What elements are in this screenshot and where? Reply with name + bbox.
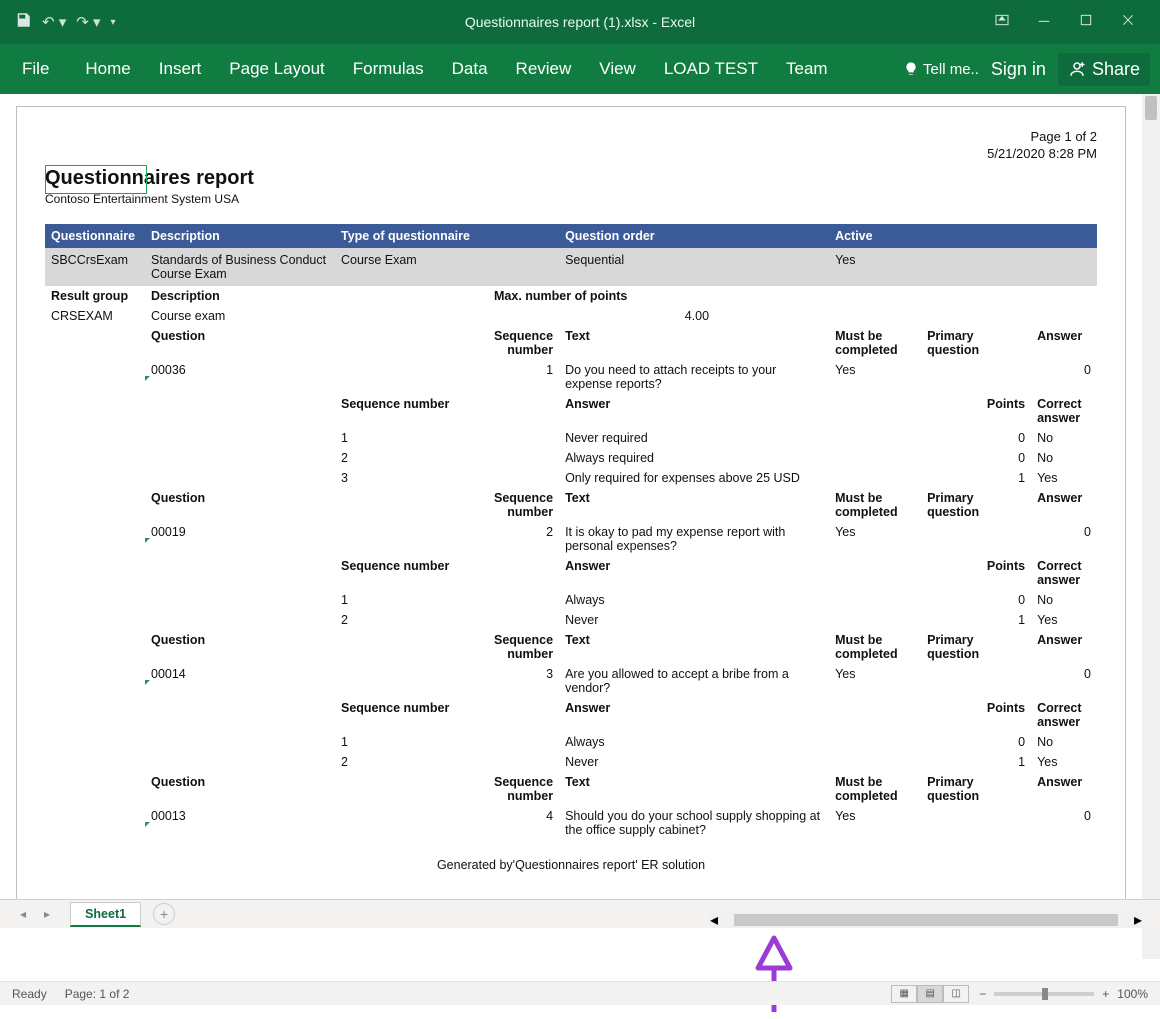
tab-insert[interactable]: Insert (145, 44, 216, 94)
maximize-icon[interactable] (1078, 12, 1094, 33)
lightbulb-icon (903, 61, 919, 77)
sheet-nav-next[interactable]: ▸ (44, 907, 50, 921)
col-type: Type of questionnaire (335, 224, 559, 248)
redo-icon[interactable]: ↷ ▾ (76, 13, 100, 31)
page-timestamp: 5/21/2020 8:28 PM (45, 146, 1097, 163)
sheet-nav-prev[interactable]: ◂ (20, 907, 26, 921)
report-footer: Generated by'Questionnaires report' ER s… (45, 858, 1097, 872)
worksheet-area: Page 1 of 2 5/21/2020 8:28 PM Questionna… (0, 94, 1160, 959)
rg-desc-label: Description (145, 286, 335, 306)
close-icon[interactable] (1120, 12, 1136, 33)
result-group-max: 4.00 (488, 306, 829, 326)
tell-me[interactable]: Tell me.. (903, 61, 979, 78)
save-icon[interactable] (14, 11, 32, 34)
title-bar: ↶ ▾ ↷ ▾ ▾ Questionnaires report (1).xlsx… (0, 0, 1160, 44)
result-group-desc: Course exam (145, 306, 335, 326)
view-normal-icon[interactable]: ▦ (891, 985, 917, 1003)
vertical-scrollbar[interactable] (1142, 94, 1160, 959)
col-description: Description (145, 224, 335, 248)
qat-dropdown-icon[interactable]: ▾ (111, 17, 116, 28)
tab-page-layout[interactable]: Page Layout (215, 44, 338, 94)
share-button[interactable]: Share (1058, 53, 1150, 86)
annotation-arrow (752, 934, 796, 1019)
zoom-in-button[interactable]: + (1102, 987, 1109, 1001)
zoom-out-button[interactable]: − (979, 987, 986, 1001)
questionnaire-row: SBCCrsExamStandards of Business Conduct … (45, 248, 1097, 286)
col-order: Question order (559, 224, 829, 248)
share-label: Share (1092, 59, 1140, 80)
col-questionnaire: Questionnaire (45, 224, 145, 248)
tab-team[interactable]: Team (772, 44, 842, 94)
view-page-layout-icon[interactable]: ▤ (917, 985, 943, 1003)
rg-max-label: Max. number of points (488, 286, 829, 306)
horizontal-scrollbar[interactable]: ◂▸ (710, 911, 1142, 928)
quick-access-toolbar: ↶ ▾ ↷ ▾ ▾ (0, 11, 116, 34)
zoom-control[interactable]: − + 100% (979, 987, 1148, 1001)
ribbon-options-icon[interactable] (994, 12, 1010, 33)
zoom-level: 100% (1117, 987, 1148, 1001)
sign-in-button[interactable]: Sign in (985, 59, 1052, 80)
undo-icon[interactable]: ↶ ▾ (42, 13, 66, 31)
result-group-label: Result group (45, 286, 145, 306)
tab-home[interactable]: Home (71, 44, 144, 94)
tab-load-test[interactable]: LOAD TEST (650, 44, 772, 94)
col-active: Active (829, 224, 1097, 248)
view-buttons[interactable]: ▦ ▤ ◫ (891, 985, 969, 1003)
tell-me-label: Tell me.. (923, 61, 979, 78)
status-bar: Ready Page: 1 of 2 ▦ ▤ ◫ − + 100% (0, 981, 1160, 1005)
tab-file[interactable]: File (0, 44, 71, 94)
report-subtitle: Contoso Entertainment System USA (45, 192, 1097, 206)
sheet-tab[interactable]: Sheet1 (70, 902, 141, 927)
zoom-slider[interactable] (1042, 988, 1048, 1000)
status-page: Page: 1 of 2 (65, 987, 130, 1001)
report-title: Questionnaires report (45, 167, 254, 190)
page-number: Page 1 of 2 (45, 129, 1097, 146)
minimize-icon[interactable] (1036, 12, 1052, 33)
view-page-break-icon[interactable]: ◫ (943, 985, 969, 1003)
ribbon: File Home Insert Page Layout Formulas Da… (0, 44, 1160, 94)
window-title: Questionnaires report (1).xlsx - Excel (465, 14, 695, 30)
tab-view[interactable]: View (585, 44, 650, 94)
tab-review[interactable]: Review (502, 44, 586, 94)
report-table: Questionnaire Description Type of questi… (45, 224, 1097, 840)
tab-data[interactable]: Data (438, 44, 502, 94)
tab-formulas[interactable]: Formulas (339, 44, 438, 94)
print-preview-page: Page 1 of 2 5/21/2020 8:28 PM Questionna… (16, 106, 1126, 916)
add-sheet-button[interactable]: + (153, 903, 175, 925)
share-person-icon (1068, 60, 1086, 78)
result-group-id: CRSEXAM (45, 306, 145, 326)
status-ready: Ready (12, 987, 47, 1001)
